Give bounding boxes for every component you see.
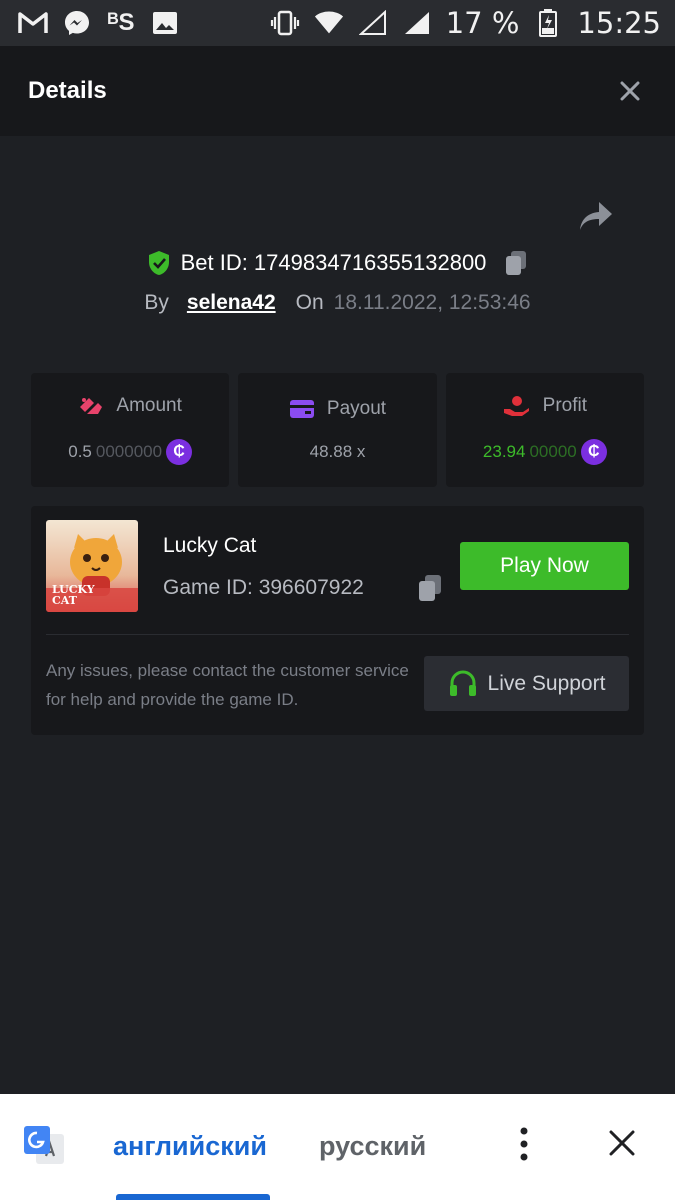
amount-label: Amount: [116, 395, 182, 416]
payout-label: Payout: [326, 398, 387, 419]
profit-card: Profit 23.94 00000 ₵: [445, 373, 644, 487]
battery-icon: [533, 9, 563, 37]
game-card: LUCKY CAT Lucky Cat Game ID: 396607922 P…: [31, 506, 644, 735]
page-title: Details: [28, 77, 107, 104]
bet-id-row: Bet ID: 1749834716355132800: [0, 246, 675, 280]
profit-header: Profit: [503, 395, 587, 417]
active-tab-indicator: [116, 1194, 270, 1200]
amount-value-main: 0.5: [68, 442, 92, 461]
game-name: Lucky Cat: [163, 534, 257, 557]
username-link[interactable]: selena42: [187, 291, 276, 315]
live-support-button[interactable]: Live Support: [424, 656, 629, 711]
image-icon: [150, 9, 180, 37]
google-translate-icon[interactable]: [22, 1124, 66, 1166]
thumbnail-logo-text: LUCKY CAT: [52, 584, 95, 606]
amount-icon: [80, 398, 103, 414]
on-label: On: [295, 291, 324, 314]
signal-empty-icon: [358, 9, 388, 37]
payout-header: Payout: [289, 398, 386, 420]
messenger-icon: [62, 9, 92, 37]
status-right-icons: 17 % 15:25: [270, 6, 661, 40]
share-button[interactable]: [578, 200, 614, 234]
thumbnail-logo-line2: CAT: [52, 594, 77, 607]
payout-value: 48.88 x: [309, 442, 366, 461]
game-id: Game ID: 396607922: [163, 576, 364, 599]
coin-icon: ₵: [166, 439, 193, 465]
more-options-button[interactable]: [512, 1124, 536, 1164]
close-button[interactable]: [615, 76, 645, 106]
bet-date: 18.11.2022, 12:53:46: [333, 291, 531, 314]
divider: [46, 634, 629, 635]
more-vertical-icon: [520, 1127, 528, 1161]
status-bar: ᴮS 17 % 15:25: [0, 0, 675, 46]
source-language-tab[interactable]: английский: [113, 1131, 267, 1162]
game-thumbnail[interactable]: LUCKY CAT: [46, 520, 138, 612]
close-icon: [609, 1130, 635, 1156]
vibrate-icon: [270, 9, 300, 37]
by-label: By: [144, 291, 169, 314]
profit-label: Profit: [542, 395, 587, 416]
headset-icon: [449, 670, 476, 696]
support-notice: Any issues, please contact the customer …: [46, 661, 409, 709]
copy-game-id-button[interactable]: [417, 574, 443, 602]
wifi-icon: [314, 9, 344, 37]
play-now-button[interactable]: Play Now: [460, 542, 629, 590]
profit-value-main: 23.94: [482, 442, 526, 461]
profit-value-dim: 00000: [529, 442, 577, 461]
copy-icon: [419, 575, 441, 601]
amount-value: 0.5 0000000 ₵: [68, 439, 193, 465]
bet-id-text: Bet ID: 1749834716355132800: [180, 250, 487, 275]
close-icon: [620, 81, 640, 101]
signal-full-icon: [402, 9, 432, 37]
close-translate-button[interactable]: [606, 1127, 638, 1159]
live-support-label: Live Support: [487, 671, 606, 695]
status-left-icons: ᴮS: [18, 9, 180, 37]
amount-header: Amount: [78, 395, 182, 417]
amount-value-dim: 0000000: [95, 442, 163, 461]
copy-bet-id-icon[interactable]: [504, 250, 528, 276]
profit-icon: [503, 396, 529, 416]
wallet-icon: [289, 400, 314, 418]
payout-card: Payout 48.88 x: [238, 373, 437, 487]
vpn-s-icon: ᴮS: [107, 9, 135, 36]
profit-value: 23.94 00000 ₵: [483, 439, 607, 465]
battery-percent: 17 %: [445, 6, 520, 40]
share-icon: [580, 202, 612, 230]
details-header: Details: [0, 46, 675, 136]
target-language-tab[interactable]: русский: [319, 1131, 426, 1162]
verified-shield-icon: [148, 251, 169, 275]
bet-stats: Amount 0.5 0000000 ₵ Payout 48.88 x Profi…: [31, 373, 644, 487]
status-time: 15:25: [577, 6, 661, 40]
translate-bar: английский русский: [0, 1094, 675, 1200]
amount-card: Amount 0.5 0000000 ₵: [31, 373, 230, 487]
bet-meta-row: By selena42 On 18.11.2022, 12:53:46: [0, 288, 675, 318]
coin-icon: ₵: [580, 439, 607, 465]
gmail-icon: [18, 9, 48, 37]
